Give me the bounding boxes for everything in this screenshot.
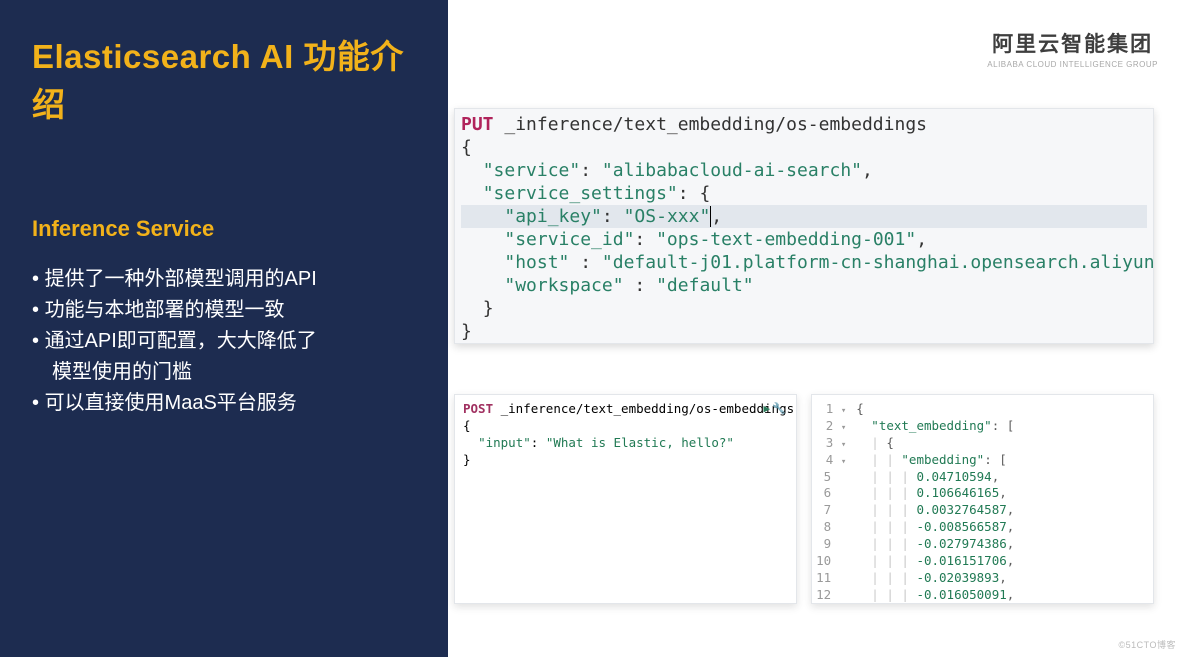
play-icon[interactable]: ▶ — [764, 402, 771, 417]
json-number: -0.016050091 — [916, 587, 1006, 602]
slide-title: Elasticsearch AI 功能介绍 — [32, 30, 424, 126]
json-key: "text_embedding" — [871, 418, 991, 433]
section-heading: Inference Service — [32, 216, 424, 242]
settings-icon[interactable]: 🔧 — [772, 402, 786, 417]
code-block-post-inference: POST _inference/text_embedding/os-embedd… — [454, 394, 797, 604]
bullet-item: 提供了一种外部模型调用的API — [32, 264, 424, 295]
json-string: "default" — [656, 275, 754, 296]
logo-text-en: ALIBABA CLOUD INTELLIGENCE GROUP — [987, 60, 1158, 69]
http-path: _inference/text_embedding/os-embeddings — [493, 401, 794, 416]
http-method-put: PUT — [461, 114, 494, 135]
json-key: "workspace" — [504, 275, 623, 296]
json-string: "What is Elastic, hello?" — [546, 435, 734, 450]
json-number: -0.008566587 — [916, 519, 1006, 534]
http-path: _inference/text_embedding/os-embeddings — [494, 114, 927, 135]
bullet-item-cont: 模型使用的门槛 — [32, 357, 424, 388]
json-key: "api_key" — [504, 206, 602, 227]
http-method-post: POST — [463, 401, 493, 416]
json-string: "alibabacloud-ai-search" — [602, 160, 862, 181]
json-number: 0.005828926 — [916, 604, 999, 605]
watermark: ©51CTO博客 — [1119, 638, 1176, 651]
json-number: -0.027974386 — [916, 536, 1006, 551]
line-gutter: 1 ▾2 ▾3 ▾4 ▾5 6 7 8 9 10 11 12 13 — [816, 401, 856, 597]
json-key: "service" — [483, 160, 581, 181]
json-number: -0.02039893 — [916, 570, 999, 585]
brand-logo: 阿里云智能集团 ALIBABA CLOUD INTELLIGENCE GROUP — [987, 28, 1158, 69]
code-block-put-inference: PUT _inference/text_embedding/os-embeddi… — [454, 108, 1154, 344]
json-string: "OS-xxx" — [624, 206, 711, 227]
json-number: 0.106646165 — [916, 485, 999, 500]
json-number: 0.04710594 — [916, 469, 991, 484]
logo-text-cn: 阿里云智能集团 — [987, 28, 1158, 58]
json-key: "service_id" — [504, 229, 634, 250]
json-key: "input" — [478, 435, 531, 450]
bullet-list: 提供了一种外部模型调用的API 功能与本地部署的模型一致 通过API即可配置，大… — [32, 264, 424, 419]
json-key: "service_settings" — [483, 183, 678, 204]
json-number: 0.0032764587 — [916, 502, 1006, 517]
json-key: "embedding" — [901, 452, 984, 467]
json-string: "default-j01.platform-cn-shanghai.opense… — [602, 252, 1154, 273]
bullet-item: 功能与本地部署的模型一致 — [32, 295, 424, 326]
json-string: "ops-text-embedding-001" — [656, 229, 916, 250]
json-number: -0.016151706 — [916, 553, 1006, 568]
json-key: "host" — [504, 252, 569, 273]
bullet-item: 可以直接使用MaaS平台服务 — [32, 388, 424, 419]
code-block-response: 1 ▾2 ▾3 ▾4 ▾5 6 7 8 9 10 11 12 13 { "tex… — [811, 394, 1154, 604]
bullet-item: 通过API即可配置，大大降低了 — [32, 326, 424, 357]
